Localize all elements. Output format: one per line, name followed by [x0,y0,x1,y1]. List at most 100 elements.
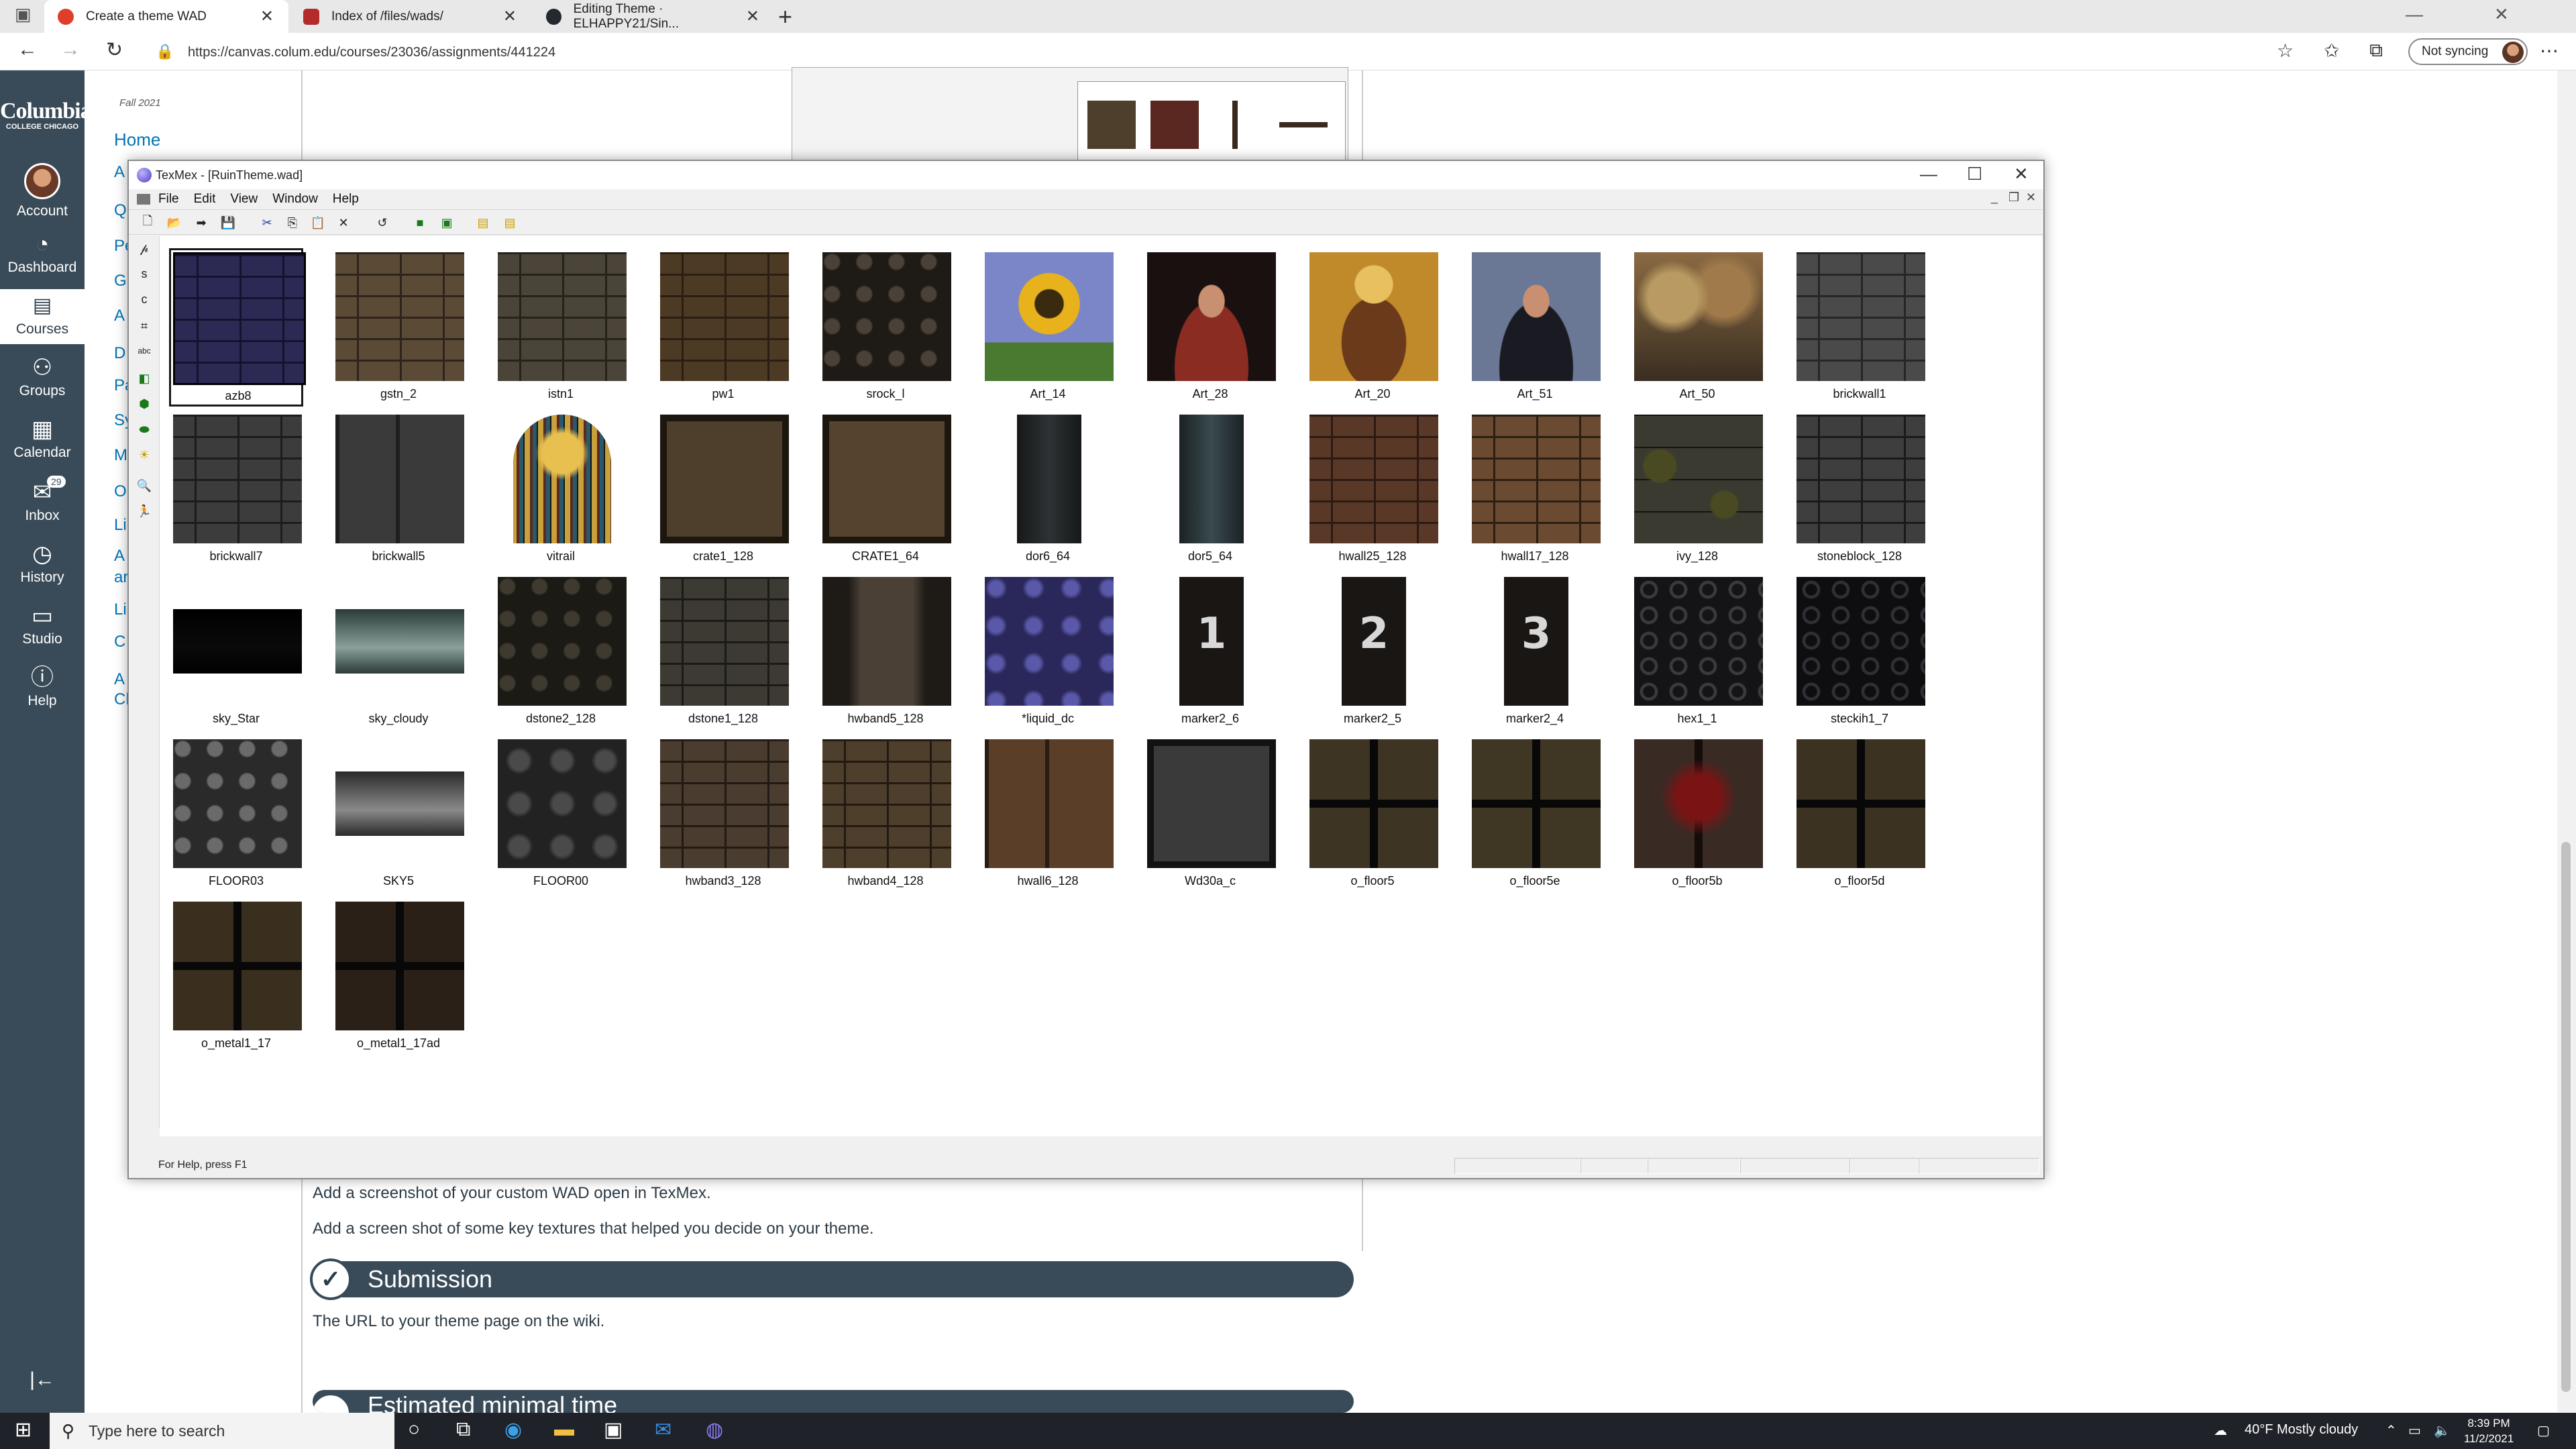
course-nav-home[interactable]: Home [114,129,160,150]
menu-help[interactable]: Help [333,192,359,207]
mdi-close-icon[interactable]: ✕ [2026,191,2036,205]
estimated-time-section-header[interactable]: ⌄ Estimated minimal time [313,1390,1354,1413]
texture-item[interactable]: gstn_2 [331,248,466,407]
mail-icon[interactable]: ✉ [655,1418,672,1442]
shape-icon[interactable]: ⬢ [136,397,153,415]
texture-item[interactable]: o_floor5e [1468,735,1602,894]
texture-item[interactable]: pw1 [656,248,790,407]
course-nav-link[interactable]: D [114,344,125,363]
course-nav-link[interactable]: A [114,547,125,566]
save-icon[interactable]: 💾 [220,215,236,230]
course-nav-link[interactable]: C [114,633,125,651]
texture-item[interactable]: Art_20 [1305,248,1440,407]
course-nav-link[interactable]: Q [114,201,127,220]
windows-start-icon[interactable]: ⊞ [15,1418,32,1442]
texture-item[interactable]: hwband3_128 [656,735,790,894]
close-tab-icon[interactable]: ✕ [503,7,517,26]
tab-actions-icon[interactable]: ▣ [15,4,32,25]
layers-icon[interactable]: ◧ [136,372,153,389]
run-icon[interactable]: 🏃 [136,504,153,522]
course-nav-link[interactable]: M [114,446,127,465]
texture-item[interactable]: Art_50 [1630,248,1764,407]
cortana-icon[interactable]: ○ [408,1418,420,1441]
texture-item[interactable]: istn1 [494,248,628,407]
minimize-icon[interactable]: — [1920,164,1937,184]
nav-courses[interactable]: ▤ Courses [0,289,85,344]
green-square-icon[interactable]: ■ [412,215,428,230]
texture-item[interactable]: hwall25_128 [1305,411,1440,569]
texture-item[interactable]: *liquid_dc [981,573,1115,731]
pen-icon[interactable]: 𝓅 [136,241,153,259]
texture-item[interactable]: crate1_128 [656,411,790,569]
texture-item[interactable]: brickwall5 [331,411,466,569]
collections-icon[interactable]: ⧉ [2369,40,2383,62]
texture-item[interactable]: sky_cloudy [331,573,466,731]
weather-icon[interactable]: ☁ [2214,1422,2227,1439]
texture-item[interactable]: sky_Star [169,573,303,731]
network-icon[interactable]: ▭ [2408,1422,2421,1439]
nav-groups[interactable]: ⚇ Groups [0,355,85,399]
texture-item[interactable]: o_floor5b [1630,735,1764,894]
nav-history[interactable]: ◷ History [0,541,85,586]
menu-file[interactable]: File [158,192,179,207]
edge-icon[interactable]: ◉ [504,1418,522,1442]
mdi-minimize-icon[interactable]: _ [1991,191,1998,205]
nav-help[interactable]: ⓘ Help [0,665,85,709]
page-scrollbar[interactable] [2557,70,2576,1412]
tab-editing-theme[interactable]: Editing Theme · ELHAPPY21/Sin... ✕ [533,0,774,33]
add-favorite-icon[interactable]: ☆ [2277,40,2294,62]
mdi-restore-icon[interactable]: ❐ [2008,191,2019,205]
cut-icon[interactable]: ✂ [259,215,275,230]
tray-chevron-icon[interactable]: ⌃ [2385,1422,2397,1439]
course-nav-link[interactable]: Li [114,600,127,619]
texture-item[interactable]: hex1_1 [1630,573,1764,731]
texture-item[interactable]: brickwall1 [1792,248,1927,407]
text-tool-icon[interactable]: abc [136,346,153,364]
texture-item[interactable]: Art_51 [1468,248,1602,407]
file-explorer-icon[interactable]: ▬ [554,1418,574,1441]
texture-item[interactable]: 1 marker2_6 [1143,573,1277,731]
texture-item[interactable]: o_floor5 [1305,735,1440,894]
submission-section-header[interactable]: ✓ Submission [310,1258,1354,1300]
image-export-icon[interactable]: ▤ [502,215,518,230]
texture-item[interactable]: o_metal1_17 [169,898,303,1056]
nav-studio[interactable]: ▭ Studio [0,603,85,647]
texture-item[interactable]: dstone1_128 [656,573,790,731]
texture-item[interactable]: hwband5_128 [818,573,953,731]
texture-item[interactable]: 3 marker2_4 [1468,573,1602,731]
texture-item[interactable]: hwband4_128 [818,735,953,894]
task-view-icon[interactable]: ⧉ [456,1418,470,1441]
image-icon[interactable]: ▤ [475,215,491,230]
college-logo[interactable]: Columbia [0,99,92,124]
texture-item[interactable]: o_metal1_17ad [331,898,466,1056]
course-nav-link[interactable]: A [114,670,125,689]
collapse-nav-icon[interactable]: |← [0,1368,85,1391]
fit-icon[interactable]: ▣ [439,215,455,230]
forward-icon[interactable]: → [60,38,80,61]
import-icon[interactable]: ➡ [193,215,209,230]
texture-item[interactable]: hwall17_128 [1468,411,1602,569]
texmex-taskbar-icon[interactable]: ◍ [706,1418,723,1442]
weather-text[interactable]: 40°F Mostly cloudy [2245,1422,2358,1438]
texture-item[interactable]: dor5_64 [1143,411,1277,569]
course-nav-link[interactable]: A [114,163,125,182]
texture-item[interactable]: srock_l [818,248,953,407]
taskbar-clock[interactable]: 8:39 PM 11/2/2021 [2459,1415,2519,1446]
texture-item[interactable]: CRATE1_64 [818,411,953,569]
lock-icon[interactable]: 🔒 [156,43,174,60]
tab-create-theme-wad[interactable]: Create a theme WAD ✕ [44,0,288,33]
texture-item[interactable]: vitrail [494,411,628,569]
menu-view[interactable]: View [230,192,258,207]
open-file-icon[interactable]: 📂 [166,215,182,230]
maximize-icon[interactable]: ☐ [1967,164,1982,184]
texture-item[interactable]: FLOOR03 [169,735,303,894]
refresh-icon[interactable]: ↻ [106,38,123,62]
undo-icon[interactable]: ↺ [374,215,390,230]
texture-item[interactable]: Wd30a_c [1143,735,1277,894]
document-icon[interactable] [137,194,150,205]
texture-item[interactable]: steckih1_7 [1792,573,1927,731]
menu-window[interactable]: Window [272,192,318,207]
course-nav-link[interactable]: G [114,272,127,290]
course-nav-link[interactable]: ar [114,568,128,587]
paste-icon[interactable]: 📋 [310,215,326,230]
